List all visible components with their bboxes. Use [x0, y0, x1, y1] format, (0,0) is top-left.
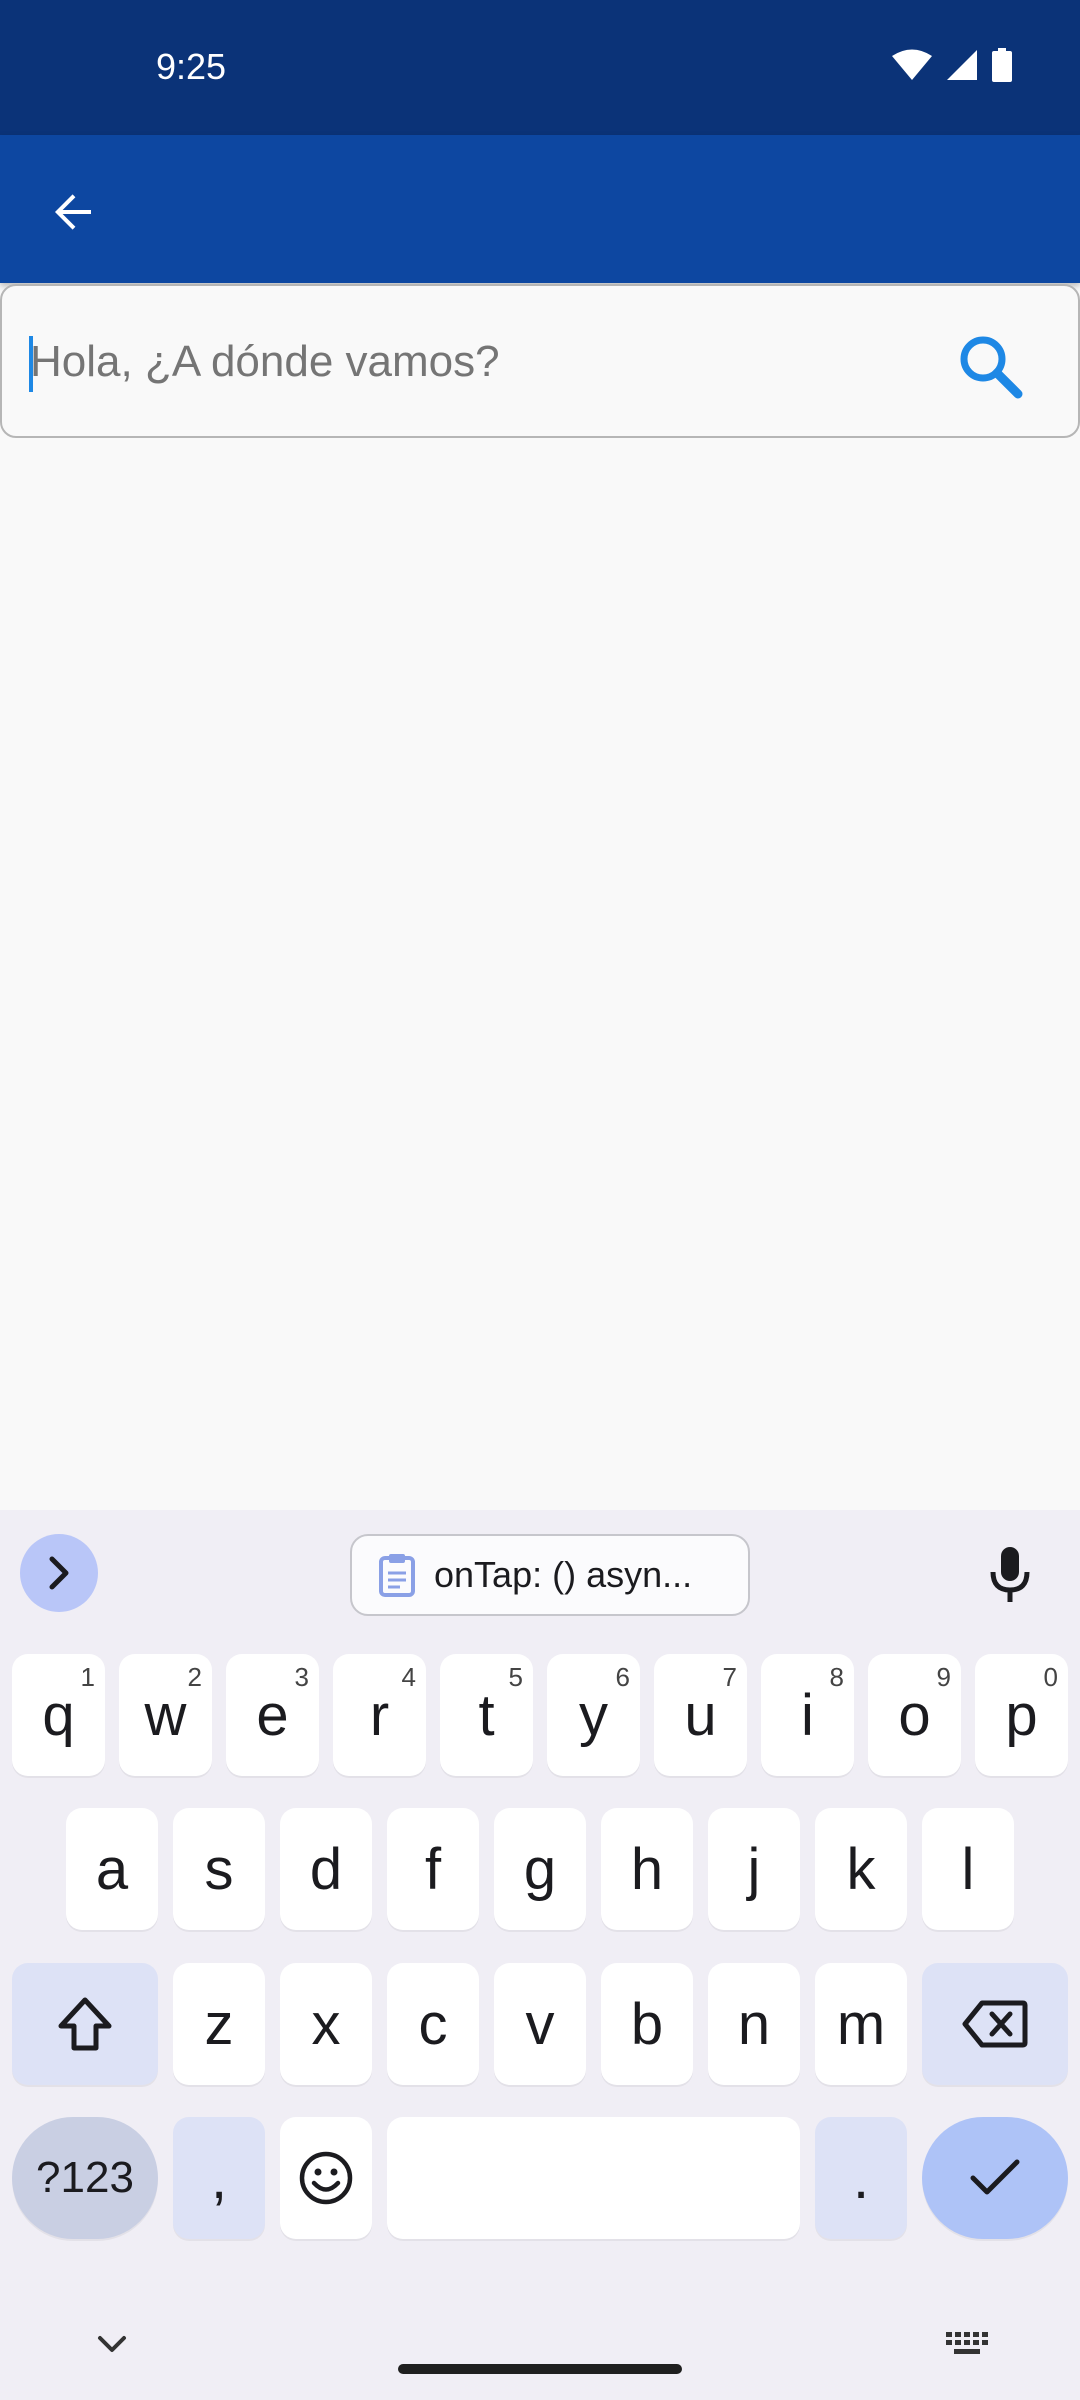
- status-icons: [892, 48, 1012, 82]
- key-f[interactable]: f: [387, 1808, 479, 1930]
- search-box: [0, 284, 1080, 438]
- backspace-icon: [962, 2000, 1028, 2048]
- search-icon: [960, 336, 1023, 399]
- results-area: [0, 440, 1080, 1510]
- keyboard-switch-icon[interactable]: [944, 2328, 990, 2358]
- status-time: 9:25: [156, 46, 227, 87]
- key-a[interactable]: a: [66, 1808, 158, 1930]
- chevron-right-icon: [49, 1556, 69, 1590]
- backspace-key[interactable]: [922, 1963, 1068, 2085]
- microphone-icon: [990, 1547, 1030, 1602]
- expand-toolbar-button[interactable]: [20, 1534, 98, 1612]
- app-bar: [0, 135, 1080, 283]
- back-button[interactable]: [40, 179, 106, 245]
- key-e[interactable]: e3: [226, 1654, 319, 1776]
- voice-input-button[interactable]: [978, 1540, 1042, 1610]
- key-x[interactable]: x: [280, 1963, 372, 2085]
- key-g[interactable]: g: [494, 1808, 586, 1930]
- key-v[interactable]: v: [494, 1963, 586, 2085]
- text-cursor: [29, 336, 33, 392]
- key-r[interactable]: r4: [333, 1654, 426, 1776]
- key-w[interactable]: w2: [119, 1654, 212, 1776]
- key-d[interactable]: d: [280, 1808, 372, 1930]
- key-q[interactable]: q1: [12, 1654, 105, 1776]
- keyboard-toolbar: onTap: () asyn...: [0, 1510, 1080, 1638]
- key-u[interactable]: u7: [654, 1654, 747, 1776]
- key-y[interactable]: y6: [547, 1654, 640, 1776]
- hide-keyboard-icon[interactable]: [92, 2330, 132, 2360]
- key-i[interactable]: i8: [761, 1654, 854, 1776]
- checkmark-icon: [970, 2159, 1020, 2195]
- key-p[interactable]: p0: [975, 1654, 1068, 1776]
- clipboard-icon: [379, 1554, 415, 1597]
- key-m[interactable]: m: [815, 1963, 907, 2085]
- home-indicator[interactable]: [398, 2364, 682, 2374]
- key-l[interactable]: l: [922, 1808, 1014, 1930]
- clipboard-suggestion-text: onTap: () asyn...: [434, 1554, 693, 1595]
- shift-key[interactable]: [12, 1963, 158, 2085]
- signal-icon: [947, 50, 977, 80]
- clipboard-suggestion-chip[interactable]: onTap: () asyn...: [350, 1534, 750, 1616]
- key-t[interactable]: t5: [440, 1654, 533, 1776]
- key-o[interactable]: o9: [868, 1654, 961, 1776]
- arrow-back-icon: [55, 194, 91, 230]
- status-bar: 9:25: [0, 0, 1080, 135]
- search-input[interactable]: [30, 326, 910, 398]
- search-button[interactable]: [950, 326, 1030, 406]
- shift-icon: [58, 1997, 112, 2051]
- key-c[interactable]: c: [387, 1963, 479, 2085]
- key-j[interactable]: j: [708, 1808, 800, 1930]
- key-h[interactable]: h: [601, 1808, 693, 1930]
- key-n[interactable]: n: [708, 1963, 800, 2085]
- battery-icon: [992, 48, 1012, 82]
- key-s[interactable]: s: [173, 1808, 265, 1930]
- key-b[interactable]: b: [601, 1963, 693, 2085]
- key-k[interactable]: k: [815, 1808, 907, 1930]
- navigation-bar: [0, 2220, 1080, 2400]
- emoji-icon: [299, 2151, 353, 2205]
- wifi-icon: [892, 49, 932, 80]
- key-z[interactable]: z: [173, 1963, 265, 2085]
